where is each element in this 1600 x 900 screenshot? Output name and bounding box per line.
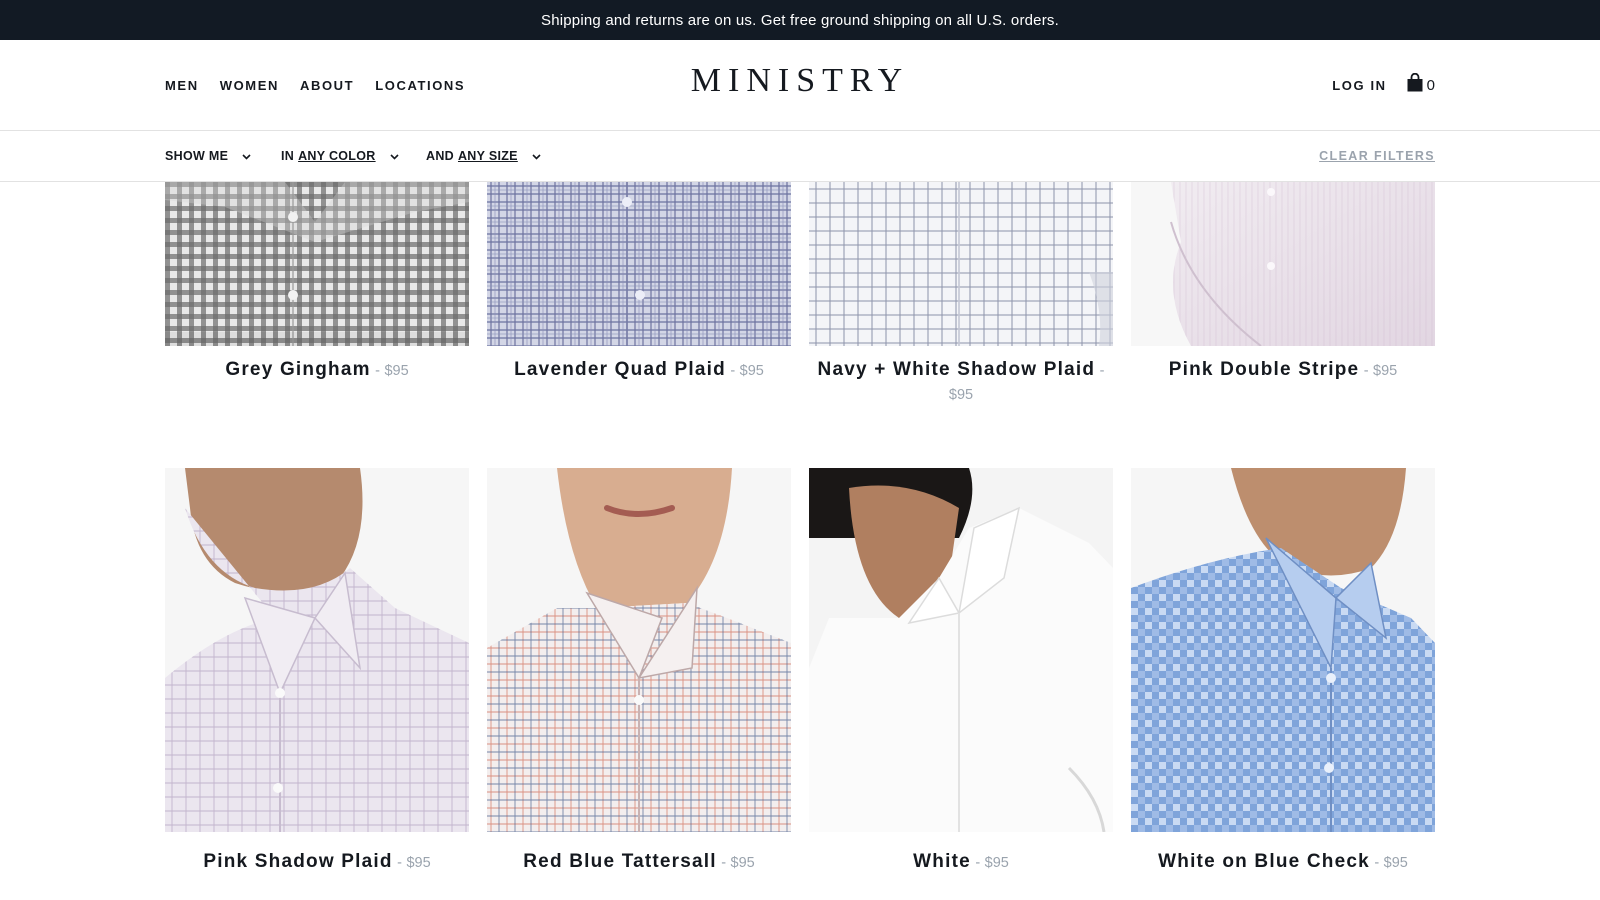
size-filter-prefix: AND bbox=[426, 149, 454, 163]
product-caption: Lavender Quad Plaid - $95 bbox=[487, 358, 791, 383]
size-filter[interactable]: AND ANY SIZE bbox=[426, 131, 541, 181]
announcement-text: Shipping and returns are on us. Get free… bbox=[540, 11, 1059, 29]
site-header: MEN WOMEN ABOUT LOCATIONS MINISTRY LOG I… bbox=[0, 40, 1600, 131]
cart-button[interactable]: 0 bbox=[1407, 72, 1435, 97]
product-image[interactable] bbox=[1131, 182, 1435, 346]
product-name[interactable]: Pink Shadow Plaid bbox=[203, 851, 392, 872]
product-image[interactable] bbox=[1131, 468, 1435, 832]
product-name[interactable]: Grey Gingham bbox=[225, 359, 370, 380]
product-caption: White - $95 bbox=[809, 850, 1113, 875]
show-me-filter[interactable]: SHOW ME bbox=[165, 131, 251, 181]
product-image[interactable] bbox=[809, 182, 1113, 346]
product-name[interactable]: Lavender Quad Plaid bbox=[514, 359, 726, 380]
product-price: $95 bbox=[1373, 363, 1398, 379]
product-image[interactable] bbox=[809, 468, 1113, 832]
color-filter[interactable]: IN ANY COLOR bbox=[281, 131, 399, 181]
price-separator: - bbox=[397, 855, 402, 871]
price-separator: - bbox=[721, 855, 727, 871]
product-image[interactable] bbox=[165, 182, 469, 346]
show-me-label: SHOW ME bbox=[165, 149, 229, 163]
color-filter-value: ANY COLOR bbox=[298, 149, 376, 163]
cart-count: 0 bbox=[1426, 76, 1435, 94]
clear-filters-link[interactable]: CLEAR FILTERS bbox=[1319, 131, 1435, 181]
product-image[interactable] bbox=[487, 182, 791, 346]
product-name[interactable]: Pink Double Stripe bbox=[1169, 359, 1360, 380]
product-price: $95 bbox=[948, 387, 974, 403]
product-name[interactable]: Navy + White Shadow Plaid bbox=[818, 359, 1096, 380]
login-link[interactable]: LOG IN bbox=[1332, 78, 1386, 93]
color-filter-prefix: IN bbox=[281, 149, 295, 163]
product-image[interactable] bbox=[487, 468, 791, 832]
product-caption: White on Blue Check - $95 bbox=[1131, 850, 1435, 875]
price-separator: - bbox=[1099, 363, 1105, 379]
product-name[interactable]: White bbox=[913, 851, 971, 872]
product-price: $95 bbox=[739, 363, 764, 379]
price-separator: - bbox=[375, 363, 380, 379]
shopping-bag-icon bbox=[1407, 72, 1423, 97]
product-caption: Pink Shadow Plaid - $95 bbox=[165, 850, 469, 875]
product-price: $95 bbox=[984, 855, 1009, 871]
product-name[interactable]: Red Blue Tattersall bbox=[523, 851, 717, 872]
price-separator: - bbox=[1363, 363, 1369, 379]
product-caption: Navy + White Shadow Plaid - $95 bbox=[809, 358, 1113, 407]
price-separator: - bbox=[1374, 855, 1380, 871]
product-price: $95 bbox=[384, 363, 409, 379]
account-nav: LOG IN 0 bbox=[1332, 40, 1435, 130]
product-price: $95 bbox=[406, 855, 431, 871]
product-price: $95 bbox=[730, 855, 755, 871]
product-name[interactable]: White on Blue Check bbox=[1158, 851, 1370, 872]
size-filter-value: ANY SIZE bbox=[457, 149, 518, 163]
chevron-down-icon bbox=[532, 149, 541, 163]
announcement-bar: Shipping and returns are on us. Get free… bbox=[0, 0, 1600, 40]
product-caption: Grey Gingham - $95 bbox=[165, 358, 469, 383]
chevron-down-icon bbox=[390, 149, 399, 163]
product-caption: Red Blue Tattersall - $95 bbox=[487, 850, 791, 875]
chevron-down-icon bbox=[242, 149, 251, 163]
price-separator: - bbox=[730, 363, 736, 379]
filter-bar: SHOW ME IN ANY COLOR AND ANY SIZE CLEAR … bbox=[0, 131, 1600, 182]
product-price: $95 bbox=[1383, 855, 1408, 871]
product-caption: Pink Double Stripe - $95 bbox=[1131, 358, 1435, 383]
product-image[interactable] bbox=[165, 468, 469, 832]
price-separator: - bbox=[975, 855, 981, 871]
